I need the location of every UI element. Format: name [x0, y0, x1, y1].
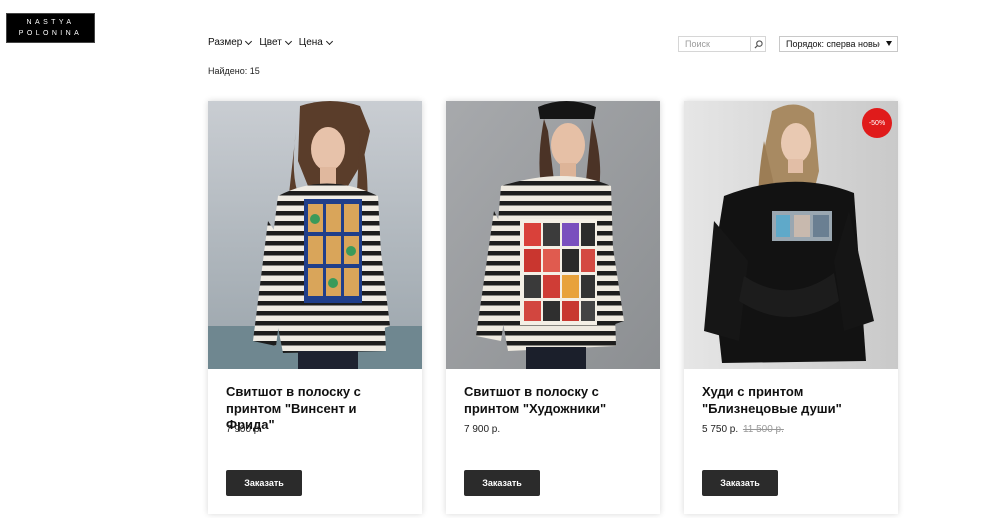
search-icon: [753, 39, 763, 49]
filter-size[interactable]: Размер: [208, 37, 253, 48]
product-image[interactable]: -50%: [684, 101, 898, 369]
product-image[interactable]: [208, 101, 422, 369]
product-card: -50% Худи с принтом "Близнецовые души" 5…: [684, 101, 898, 514]
chevron-down-icon: [325, 37, 333, 45]
product-image[interactable]: [446, 101, 660, 369]
order-button[interactable]: Заказать: [226, 470, 302, 496]
chevron-down-icon: [284, 37, 292, 45]
brand-logo-line1: NASTYA: [26, 18, 75, 26]
results-count: Найдено: 15: [208, 66, 260, 76]
sort-select[interactable]: Порядок: сперва новые: [779, 36, 898, 52]
discount-badge: -50%: [862, 108, 892, 138]
dropdown-arrow-icon: [886, 41, 892, 46]
order-button[interactable]: Заказать: [464, 470, 540, 496]
filter-size-label: Размер: [208, 37, 243, 48]
product-price-old: 11 500 р.: [742, 424, 784, 435]
product-price-current: 5 750 р.: [702, 424, 739, 435]
brand-logo-line2: POLONINA: [18, 29, 83, 37]
search-button[interactable]: [750, 37, 765, 51]
product-price: 5 750 р. 11 500 р.: [702, 424, 784, 435]
product-price: 7 900 р.: [464, 424, 501, 435]
product-price: 7 900 р.: [226, 424, 263, 435]
search-box: [678, 36, 766, 52]
sort-selected-value: Порядок: сперва новые: [786, 39, 880, 49]
filter-color[interactable]: Цвет: [259, 37, 292, 48]
product-card: Свитшот в полоску с принтом "Винсент и Ф…: [208, 101, 422, 514]
order-button[interactable]: Заказать: [702, 470, 778, 496]
filter-bar: Размер Цвет Цена: [208, 37, 334, 48]
filter-price[interactable]: Цена: [299, 37, 334, 48]
filter-color-label: Цвет: [259, 37, 282, 48]
chevron-down-icon: [245, 37, 253, 45]
product-card: Свитшот в полоску с принтом "Художники" …: [446, 101, 660, 514]
product-title[interactable]: Худи с принтом "Близнецовые души": [702, 384, 882, 417]
product-title[interactable]: Свитшот в полоску с принтом "Художники": [464, 384, 644, 417]
search-input[interactable]: [679, 37, 750, 51]
filter-price-label: Цена: [298, 37, 323, 48]
brand-logo[interactable]: NASTYA POLONINA: [6, 13, 95, 43]
